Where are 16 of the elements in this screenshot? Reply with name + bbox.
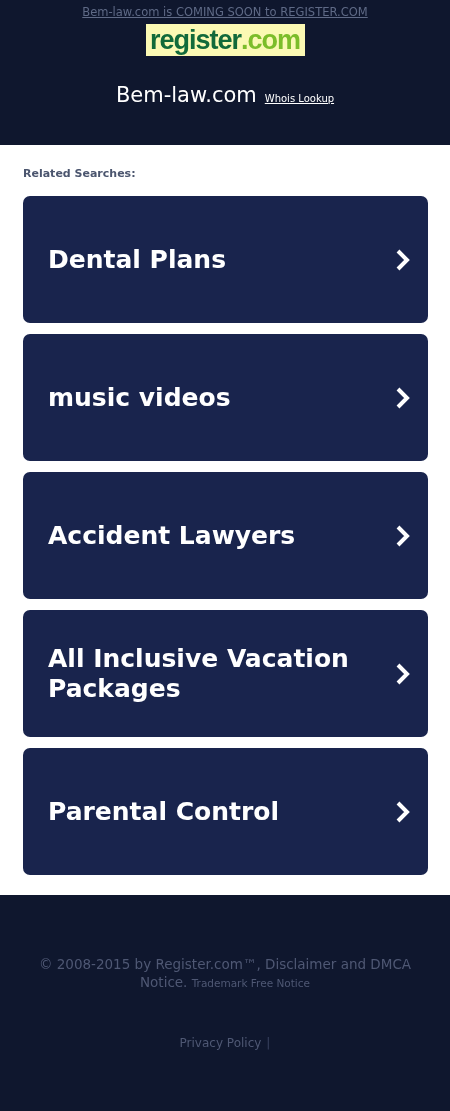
related-heading: Related Searches: <box>23 167 137 180</box>
chevron-right-icon <box>396 662 410 685</box>
whois-link[interactable]: Whois Lookup <box>264 93 335 104</box>
search-link-card[interactable]: Parental Control <box>23 748 428 875</box>
chevron-right-icon <box>396 386 410 409</box>
chevron-right-icon <box>396 524 410 547</box>
domain-title: Bem-law.com <box>115 83 257 107</box>
search-link-card[interactable]: music videos <box>23 334 428 461</box>
copyright-text: © 2008-2015 by Register.com™, Disclaimer and DMCA Notice. Trademark Free Notice <box>37 955 413 992</box>
chevron-right-icon <box>396 800 410 823</box>
register-logo: register.com <box>145 24 305 56</box>
search-link-card[interactable]: Accident Lawyers <box>23 472 428 599</box>
search-link-card[interactable]: All Inclusive Vacation Packages <box>23 610 428 737</box>
link-separator: | <box>266 1036 271 1050</box>
search-link-card[interactable]: Dental Plans <box>23 196 428 323</box>
chevron-right-icon <box>396 248 410 271</box>
